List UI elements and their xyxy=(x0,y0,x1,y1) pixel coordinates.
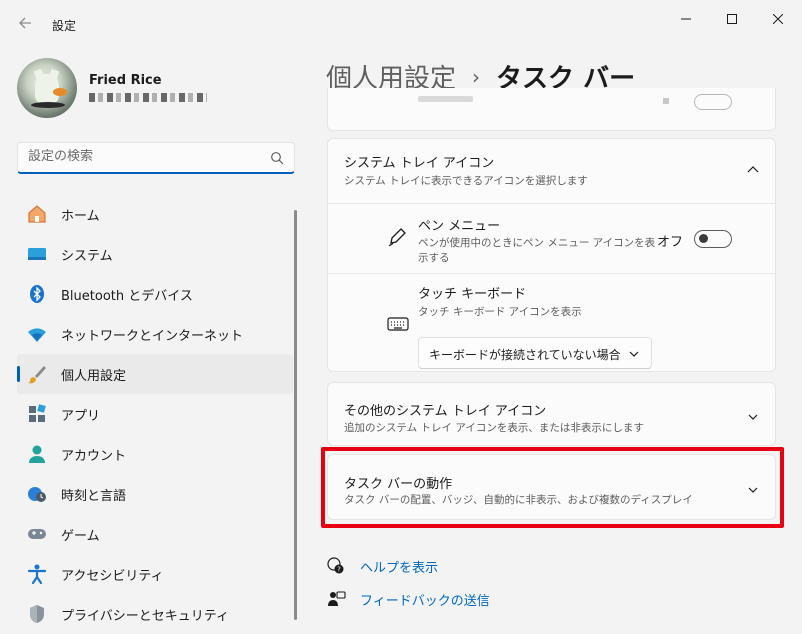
sidebar-item-accessibility[interactable]: アクセシビリティ xyxy=(17,554,293,594)
app-title: 設定 xyxy=(52,19,77,33)
highlight-box xyxy=(321,447,784,528)
close-button[interactable] xyxy=(758,6,798,30)
sidebar-item-accounts[interactable]: アカウント xyxy=(17,434,293,474)
user-name: Fried Rice xyxy=(89,73,162,88)
other-tray-icons-card[interactable]: その他のシステム トレイ アイコン 追加のシステム トレイ アイコンを表示、また… xyxy=(327,382,776,446)
gaming-icon xyxy=(26,523,48,545)
sidebar-item-label: ゲーム xyxy=(61,528,100,544)
sidebar-item-label: アカウント xyxy=(61,448,127,464)
sidebar-item-label: アプリ xyxy=(61,408,101,424)
minimize-icon xyxy=(681,18,691,19)
divider xyxy=(328,203,775,204)
previous-setting-card xyxy=(327,88,776,131)
sidebar-nav: ホーム システム Bluetooth とデバイス ネットワークとインターネット … xyxy=(17,194,293,634)
feedback-link[interactable]: フィードバックの送信 xyxy=(360,590,490,609)
back-button[interactable] xyxy=(14,14,36,36)
sidebar-item-gaming[interactable]: ゲーム xyxy=(17,514,293,554)
divider xyxy=(328,273,775,274)
chevron-down-icon xyxy=(629,351,639,357)
maximize-icon xyxy=(727,13,737,24)
svg-text:?: ? xyxy=(337,566,341,574)
help-link[interactable]: ヘルプを表示 xyxy=(360,557,438,576)
sidebar-item-label: Bluetooth とデバイス xyxy=(61,288,193,304)
sidebar-item-label: 個人用設定 xyxy=(61,368,127,384)
touch-keyboard-title: タッチ キーボード xyxy=(418,287,527,302)
close-icon xyxy=(772,13,784,24)
search-box[interactable] xyxy=(17,142,295,174)
pen-menu-toggle-state: オフ xyxy=(657,235,684,250)
account-icon xyxy=(26,443,48,465)
user-email-redacted xyxy=(89,93,207,102)
feedback-link-row[interactable]: フィードバックの送信 xyxy=(326,588,490,610)
home-icon xyxy=(26,203,48,225)
sidebar-item-bluetooth[interactable]: Bluetooth とデバイス xyxy=(17,274,293,314)
system-tray-icons-title: システム トレイ アイコン xyxy=(344,156,495,171)
chevron-up-icon[interactable] xyxy=(746,163,760,177)
network-icon xyxy=(26,323,48,345)
touch-keyboard-dropdown[interactable]: キーボードが接続されていない場合 xyxy=(418,337,652,369)
time-language-icon xyxy=(26,483,48,505)
sidebar-item-network[interactable]: ネットワークとインターネット xyxy=(17,314,293,354)
other-tray-icons-description: 追加のシステム トレイ アイコンを表示、または非表示にします xyxy=(344,422,644,434)
bluetooth-icon xyxy=(26,283,48,305)
touch-keyboard-dropdown-value: キーボードが接続されていない場合 xyxy=(429,348,621,362)
pen-menu-description: 示する xyxy=(418,252,450,264)
sidebar-scrollbar[interactable] xyxy=(294,210,297,620)
sidebar-item-time-language[interactable]: 時刻と言語 xyxy=(17,474,293,514)
personalization-brush-icon xyxy=(26,363,48,385)
pen-icon xyxy=(388,228,406,247)
system-tray-icons-header[interactable]: システム トレイ アイコン システム トレイに表示できるアイコンを選択します xyxy=(328,139,775,203)
chevron-down-icon[interactable] xyxy=(746,410,760,424)
system-tray-icons-description: システム トレイに表示できるアイコンを選択します xyxy=(344,175,588,187)
help-icon: ? xyxy=(326,556,346,576)
breadcrumb-separator: › xyxy=(472,65,481,89)
search-input[interactable] xyxy=(28,149,258,164)
back-arrow-icon xyxy=(19,17,31,29)
sidebar-item-label: アクセシビリティ xyxy=(61,568,164,584)
title-bar: 設定 xyxy=(0,0,802,42)
keyboard-icon xyxy=(387,317,409,331)
avatar[interactable] xyxy=(17,58,77,118)
sidebar-item-label: ネットワークとインターネット xyxy=(61,328,244,344)
maximize-button[interactable] xyxy=(712,6,752,30)
minimize-button[interactable] xyxy=(666,6,706,30)
help-link-row[interactable]: ? ヘルプを表示 xyxy=(326,555,438,577)
sidebar-item-personalization[interactable]: 個人用設定 xyxy=(17,354,293,394)
sidebar-item-system[interactable]: システム xyxy=(17,234,293,274)
sidebar-item-label: ホーム xyxy=(61,208,100,224)
feedback-icon xyxy=(326,589,346,609)
sidebar-item-apps[interactable]: アプリ xyxy=(17,394,293,434)
pen-menu-description: ペンが使用中のときにペン メニュー アイコンを表 xyxy=(418,237,656,249)
sidebar-item-label: 時刻と言語 xyxy=(61,488,127,504)
pen-menu-toggle[interactable] xyxy=(694,230,732,248)
shield-icon xyxy=(26,603,48,625)
pen-menu-title: ペン メニュー xyxy=(418,219,501,234)
other-tray-icons-title: その他のシステム トレイ アイコン xyxy=(344,404,547,419)
sidebar-item-home[interactable]: ホーム xyxy=(17,194,293,234)
sidebar-item-label: システム xyxy=(61,248,113,264)
sidebar-item-privacy-security[interactable]: プライバシーとセキュリティ xyxy=(17,594,293,634)
touch-keyboard-description: タッチ キーボード アイコンを表示 xyxy=(418,306,582,318)
system-icon xyxy=(26,243,48,265)
apps-icon xyxy=(26,403,48,425)
search-icon[interactable] xyxy=(270,151,284,165)
sidebar-item-label: プライバシーとセキュリティ xyxy=(61,608,229,624)
accessibility-icon xyxy=(26,563,48,585)
